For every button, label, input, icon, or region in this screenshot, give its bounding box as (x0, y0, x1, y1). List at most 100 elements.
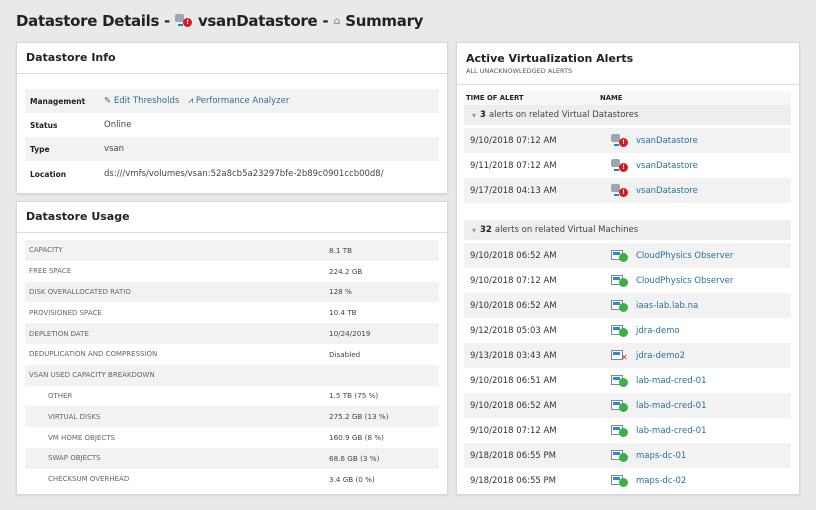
usage-row: SWAP OBJECTS68.6 GB (3 %) (25, 448, 439, 469)
alert-group-header[interactable]: ▾ 3alerts on related Virtual Datastores (464, 105, 791, 125)
usage-row: DEDUPLICATION AND COMPRESSIONDisabled (25, 344, 439, 365)
alert-time: 9/10/2018 07:12 AM (470, 426, 611, 436)
usage-label: SWAP OBJECTS (29, 454, 329, 462)
usage-value: 10.4 TB (329, 308, 357, 317)
datastore-critical-icon: ! (611, 159, 636, 173)
active-alerts-panel: Active Virtualization Alerts ALL UNACKNO… (456, 42, 800, 495)
alert-object-link[interactable]: vsanDatastore (636, 186, 698, 196)
alert-row[interactable]: 9/10/2018 06:52 AMCloudPhysics Observer (464, 243, 791, 268)
alert-row[interactable]: 9/10/2018 06:51 AM lab-mad-cred-01 (464, 368, 791, 393)
alert-row[interactable]: 9/18/2018 06:55 PM maps-dc-02 (464, 468, 791, 493)
alert-row[interactable]: 9/17/2018 04:13 AM!vsanDatastore (464, 178, 791, 203)
collapse-triangle-icon[interactable]: ▾ (472, 226, 476, 235)
alert-group-label: alerts on related Virtual Machines (495, 225, 638, 235)
usage-label: PROVISIONED SPACE (29, 309, 329, 317)
vm-up-icon (611, 249, 636, 263)
usage-row: VIRTUAL DISKS275.2 GB (13 %) (25, 406, 439, 427)
title-prefix: Datastore Details - (16, 12, 170, 30)
alert-time: 9/17/2018 04:13 AM (470, 186, 611, 196)
alert-object-link[interactable]: CloudPhysics Observer (636, 251, 733, 261)
usage-value: 3.4 GB (0 %) (329, 475, 375, 484)
vm-up-icon (611, 474, 636, 488)
datastore-info-panel: Datastore Info Management ✎ Edit Thresho… (16, 42, 448, 194)
usage-value: 275.2 GB (13 %) (329, 412, 389, 421)
vm-down-icon: ✕ (611, 349, 636, 363)
alert-time: 9/10/2018 07:12 AM (470, 136, 611, 146)
type-label: Type (30, 145, 104, 154)
alert-group-header[interactable]: ▾ 32alerts on related Virtual Machines (464, 220, 791, 240)
usage-row: PROVISIONED SPACE10.4 TB (25, 302, 439, 323)
alert-object-link[interactable]: lab-mad-cred-01 (636, 401, 706, 411)
usage-row: CHECKSUM OVERHEAD3.4 GB (0 %) (25, 469, 439, 490)
edit-thresholds-label: Edit Thresholds (114, 96, 179, 106)
performance-analyzer-link[interactable]: ⩘ Performance Analyzer (188, 96, 289, 106)
datastore-critical-icon: ! (611, 134, 636, 148)
performance-analyzer-label: Performance Analyzer (196, 96, 290, 106)
alert-row[interactable]: 9/10/2018 07:12 AM!vsanDatastore (464, 128, 791, 153)
alert-row[interactable]: 9/10/2018 07:12 AM lab-mad-cred-01 (464, 418, 791, 443)
status-label: Status (30, 121, 104, 130)
alert-count: 32 (480, 225, 492, 235)
alert-row[interactable]: 9/10/2018 06:52 AM lab-mad-cred-01 (464, 393, 791, 418)
alert-object-link[interactable]: vsanDatastore (636, 161, 698, 171)
column-name[interactable]: NAME (600, 94, 622, 102)
alert-row[interactable]: 9/11/2018 07:12 AM!vsanDatastore (464, 153, 791, 178)
usage-label: CAPACITY (29, 246, 329, 254)
chart-icon: ⩘ (188, 96, 193, 106)
alert-object-link[interactable]: iaas-lab.lab.na (636, 301, 698, 311)
alerts-column-header: TIME OF ALERT NAME (464, 91, 791, 105)
alert-row[interactable]: 9/12/2018 05:03 AM jdra-demo (464, 318, 791, 343)
alert-row[interactable]: 9/13/2018 03:43 AM✕jdra-demo2 (464, 343, 791, 368)
vm-up-icon (611, 449, 636, 463)
usage-value: 8.1 TB (329, 246, 352, 255)
alert-object-link[interactable]: vsanDatastore (636, 136, 698, 146)
datastore-critical-icon: ! (175, 14, 193, 28)
home-icon: ⌂ (333, 16, 340, 27)
alert-time: 9/10/2018 07:12 AM (470, 276, 611, 286)
alert-time: 9/11/2018 07:12 AM (470, 161, 611, 171)
alert-time: 9/18/2018 06:55 PM (470, 476, 611, 486)
datastore-critical-icon: ! (611, 184, 636, 198)
status-value: Online (104, 120, 131, 130)
panel-title: Datastore Info (17, 43, 447, 74)
pencil-icon: ✎ (104, 96, 111, 106)
usage-row: VM HOME OBJECTS160.9 GB (8 %) (25, 427, 439, 448)
alert-object-link[interactable]: CloudPhysics Observer (636, 276, 733, 286)
column-time[interactable]: TIME OF ALERT (464, 94, 600, 102)
usage-label: VSAN USED CAPACITY BREAKDOWN (29, 371, 329, 379)
alerts-title: Active Virtualization Alerts (466, 52, 790, 65)
usage-label: CHECKSUM OVERHEAD (29, 475, 329, 483)
alerts-list: ▾ 3alerts on related Virtual Datastores 9/… (464, 105, 791, 493)
type-value: vsan (104, 144, 124, 154)
usage-value: 128 % (329, 287, 352, 296)
usage-label: FREE SPACE (29, 267, 329, 275)
usage-value: 10/24/2019 (329, 329, 370, 338)
edit-thresholds-link[interactable]: ✎ Edit Thresholds (104, 96, 179, 106)
alert-count: 3 (480, 110, 486, 120)
vm-up-icon (611, 399, 636, 413)
alert-group-label: alerts on related Virtual Datastores (489, 110, 639, 120)
alert-row[interactable]: 9/10/2018 07:12 AM CloudPhysics Observer (464, 268, 791, 293)
usage-value: Disabled (329, 350, 360, 359)
collapse-triangle-icon[interactable]: ▾ (472, 111, 476, 120)
status-row: StatusOnline (25, 113, 439, 137)
alert-object-link[interactable]: maps-dc-01 (636, 451, 686, 461)
alert-time: 9/10/2018 06:51 AM (470, 376, 611, 386)
vm-up-icon (611, 324, 636, 338)
datastore-usage-panel: Datastore Usage CAPACITY8.1 TBFREE SPACE… (16, 201, 448, 495)
alert-row[interactable]: 9/18/2018 06:55 PMmaps-dc-01 (464, 443, 791, 468)
alert-object-link[interactable]: jdra-demo2 (636, 351, 685, 361)
alert-object-link[interactable]: lab-mad-cred-01 (636, 376, 706, 386)
management-label: Management (30, 97, 104, 106)
alert-row[interactable]: 9/10/2018 06:52 AMiaas-lab.lab.na (464, 293, 791, 318)
usage-value: 68.6 GB (3 %) (329, 454, 379, 463)
usage-row: DISK OVERALLOCATED RATIO128 % (25, 282, 439, 303)
alert-object-link[interactable]: jdra-demo (636, 326, 680, 336)
usage-label: DEDUPLICATION AND COMPRESSION (29, 350, 329, 358)
alert-object-link[interactable]: lab-mad-cred-01 (636, 426, 706, 436)
alert-time: 9/10/2018 06:52 AM (470, 401, 611, 411)
alert-time: 9/12/2018 05:03 AM (470, 326, 611, 336)
usage-label: DEPLETION DATE (29, 330, 329, 338)
page-title: Datastore Details - ! vsanDatastore - ⌂ … (16, 12, 423, 30)
alert-object-link[interactable]: maps-dc-02 (636, 476, 686, 486)
